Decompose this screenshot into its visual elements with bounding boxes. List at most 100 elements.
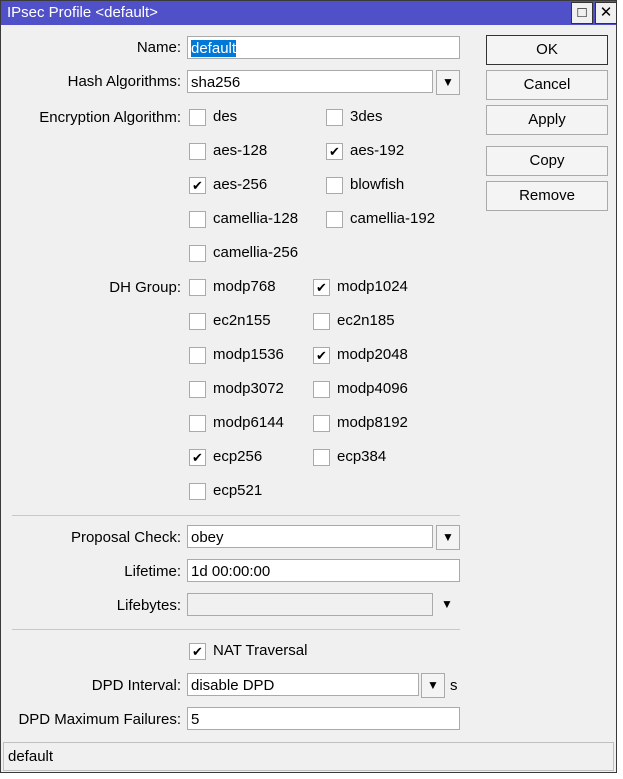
- checkbox-label: ec2n185: [337, 312, 395, 329]
- copy-button[interactable]: Copy: [486, 146, 608, 176]
- checkbox-box: [189, 108, 206, 126]
- checkbox-box: [313, 414, 330, 432]
- checkbox-camellia-192[interactable]: camellia-192: [326, 210, 435, 228]
- ipsec-profile-window: IPsec Profile <default> □ ✕ Name: defaul…: [0, 0, 617, 773]
- checkbox-label: modp1536: [213, 346, 284, 363]
- hash-label: Hash Algorithms:: [67, 73, 181, 90]
- hash-dropdown-icon[interactable]: ▼: [436, 70, 460, 95]
- maximize-icon[interactable]: □: [571, 2, 593, 24]
- checkbox-label: camellia-192: [350, 210, 436, 227]
- checkbox-label: modp8192: [337, 414, 408, 431]
- status-bar: default: [3, 742, 614, 771]
- checkbox-label: modp2048: [337, 346, 408, 363]
- dpd-unit: s: [450, 677, 458, 694]
- encryption-label: Encryption Algorithm:: [39, 109, 181, 126]
- checkbox-label: modp4096: [337, 380, 408, 397]
- checkbox-ecp256[interactable]: ✔ ecp256: [189, 448, 262, 466]
- checkbox-box: [189, 482, 206, 500]
- checkbox-modp3072[interactable]: modp3072: [189, 380, 284, 398]
- checkbox-modp6144[interactable]: modp6144: [189, 414, 284, 432]
- checkbox-box: [189, 346, 206, 364]
- checkbox-box: [313, 448, 330, 466]
- checkbox-label: ecp521: [213, 482, 263, 499]
- proposal-dropdown-icon[interactable]: ▼: [436, 525, 460, 550]
- hash-select[interactable]: sha256: [187, 70, 433, 93]
- checkbox-camellia-128[interactable]: camellia-128: [189, 210, 298, 228]
- check-icon: ✔: [189, 642, 206, 660]
- nat-traversal-label: NAT Traversal: [213, 642, 308, 659]
- checkbox-box: [326, 176, 343, 194]
- proposal-label: Proposal Check:: [70, 529, 181, 546]
- checkbox-ecp521[interactable]: ecp521: [189, 482, 262, 500]
- check-icon: ✔: [313, 346, 330, 364]
- checkbox-box: [189, 142, 206, 160]
- checkbox-label: aes-192: [350, 142, 405, 159]
- lifebytes-dropdown-icon[interactable]: ▼: [441, 597, 453, 611]
- checkbox-label: ecp384: [337, 448, 387, 465]
- checkbox-box: [326, 108, 343, 126]
- title-bar: IPsec Profile <default> □ ✕: [1, 1, 617, 25]
- checkbox-label: des: [213, 108, 238, 125]
- checkbox-label: modp1024: [337, 278, 408, 295]
- window-title: IPsec Profile <default>: [7, 4, 158, 21]
- checkbox-label: ecp256: [213, 448, 263, 465]
- checkbox-modp768[interactable]: modp768: [189, 278, 276, 296]
- apply-button[interactable]: Apply: [486, 105, 608, 135]
- checkbox-modp1536[interactable]: modp1536: [189, 346, 284, 364]
- checkbox-3des[interactable]: 3des: [326, 108, 383, 126]
- checkbox-label: modp6144: [213, 414, 284, 431]
- nat-traversal-checkbox[interactable]: ✔ NAT Traversal: [189, 642, 307, 660]
- checkbox-label: 3des: [350, 108, 383, 125]
- checkbox-label: ec2n155: [213, 312, 271, 329]
- close-icon[interactable]: ✕: [595, 2, 617, 24]
- checkbox-box: [189, 244, 206, 262]
- lifebytes-label: Lifebytes:: [116, 597, 181, 614]
- checkbox-des[interactable]: des: [189, 108, 237, 126]
- dpd-max-label: DPD Maximum Failures:: [18, 711, 181, 728]
- dpd-max-input[interactable]: 5: [187, 707, 460, 730]
- checkbox-label: camellia-128: [213, 210, 299, 227]
- cancel-button[interactable]: Cancel: [486, 70, 608, 100]
- divider: [12, 629, 460, 630]
- checkbox-label: camellia-256: [213, 244, 299, 261]
- divider: [12, 515, 460, 516]
- checkbox-ec2n185[interactable]: ec2n185: [313, 312, 395, 330]
- checkbox-ecp384[interactable]: ecp384: [313, 448, 386, 466]
- name-input[interactable]: default: [187, 36, 460, 59]
- dpd-interval-label: DPD Interval:: [91, 677, 181, 694]
- checkbox-aes-192[interactable]: ✔ aes-192: [326, 142, 404, 160]
- checkbox-blowfish[interactable]: blowfish: [326, 176, 404, 194]
- checkbox-box: [189, 312, 206, 330]
- checkbox-modp4096[interactable]: modp4096: [313, 380, 408, 398]
- checkbox-box: [313, 312, 330, 330]
- checkbox-box: [313, 380, 330, 398]
- lifebytes-input[interactable]: [187, 593, 433, 616]
- check-icon: ✔: [189, 176, 206, 194]
- proposal-select[interactable]: obey: [187, 525, 433, 548]
- checkbox-aes-128[interactable]: aes-128: [189, 142, 267, 160]
- check-icon: ✔: [326, 142, 343, 160]
- checkbox-label: modp768: [213, 278, 276, 295]
- checkbox-label: modp3072: [213, 380, 284, 397]
- checkbox-box: [189, 210, 206, 228]
- checkbox-label: blowfish: [350, 176, 405, 193]
- checkbox-aes-256[interactable]: ✔ aes-256: [189, 176, 267, 194]
- name-value: default: [191, 40, 237, 57]
- checkbox-label: aes-128: [213, 142, 268, 159]
- remove-button[interactable]: Remove: [486, 181, 608, 211]
- checkbox-ec2n155[interactable]: ec2n155: [189, 312, 271, 330]
- checkbox-modp8192[interactable]: modp8192: [313, 414, 408, 432]
- checkbox-modp2048[interactable]: ✔ modp2048: [313, 346, 408, 364]
- dh-group-label: DH Group:: [109, 279, 181, 296]
- check-icon: ✔: [313, 278, 330, 296]
- dpd-interval-input[interactable]: disable DPD: [187, 673, 419, 696]
- checkbox-camellia-256[interactable]: camellia-256: [189, 244, 298, 262]
- checkbox-box: [189, 414, 206, 432]
- dpd-dropdown-icon[interactable]: ▼: [421, 673, 445, 698]
- checkbox-label: aes-256: [213, 176, 268, 193]
- ok-button[interactable]: OK: [486, 35, 608, 65]
- lifetime-label: Lifetime:: [124, 563, 181, 580]
- check-icon: ✔: [189, 448, 206, 466]
- checkbox-modp1024[interactable]: ✔ modp1024: [313, 278, 408, 296]
- lifetime-input[interactable]: 1d 00:00:00: [187, 559, 460, 582]
